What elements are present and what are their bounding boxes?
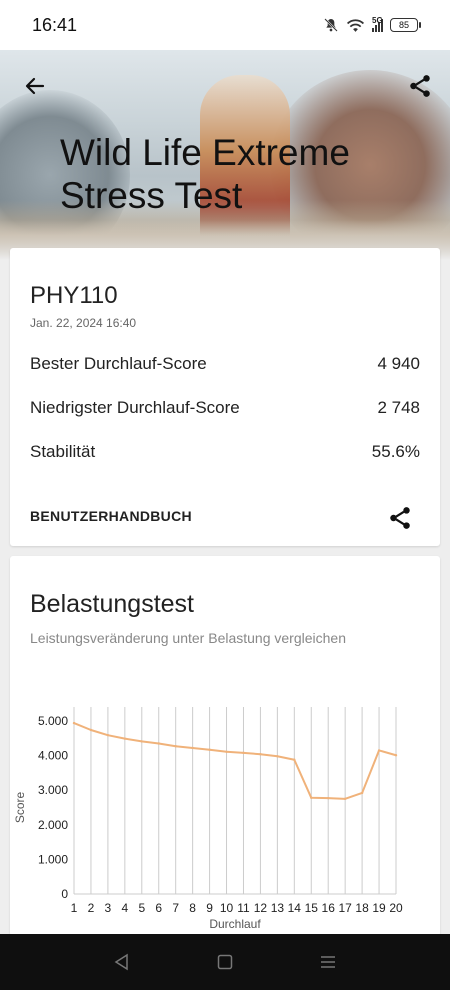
stat-row-stability: Stabilität 55.6%	[30, 442, 420, 462]
network-type-label: 5G	[372, 15, 383, 25]
x-tick-label: 2	[88, 901, 95, 915]
y-tick-label: 3.000	[38, 783, 68, 797]
y-tick-label: 4.000	[38, 749, 68, 763]
stat-label: Niedrigster Durchlauf-Score	[30, 398, 240, 417]
mute-icon	[324, 18, 338, 32]
data-point	[259, 753, 262, 756]
back-button[interactable]	[15, 66, 55, 106]
data-point	[310, 796, 313, 800]
x-tick-label: 3	[105, 901, 112, 915]
y-tick-label: 2.000	[38, 818, 68, 832]
triangle-back-icon	[114, 953, 128, 971]
share-icon	[410, 75, 430, 97]
x-tick-label: 9	[206, 901, 213, 915]
stat-row-best: Bester Durchlauf-Score 4 940	[30, 354, 420, 374]
x-tick-label: 16	[322, 901, 336, 915]
nav-home-button[interactable]	[205, 942, 245, 982]
data-point	[157, 742, 160, 745]
data-point	[343, 797, 347, 801]
nav-back-button[interactable]	[102, 942, 142, 982]
stat-value: 2 748	[377, 398, 420, 417]
data-point	[394, 754, 398, 757]
page-title: Wild Life Extreme Stress Test	[60, 132, 350, 216]
battery-icon: 85	[390, 18, 421, 32]
stat-row-lowest: Niedrigster Durchlauf-Score 2 748	[30, 398, 420, 418]
x-tick-label: 8	[189, 901, 196, 915]
x-tick-label: 6	[155, 901, 162, 915]
y-axis-label: Score	[13, 792, 27, 824]
x-tick-label: 17	[338, 901, 352, 915]
x-tick-label: 14	[288, 901, 302, 915]
x-tick-label: 18	[355, 901, 369, 915]
stat-label: Stabilität	[30, 442, 96, 461]
status-icons: 5G 85	[323, 15, 421, 33]
stat-value: 55.6%	[371, 442, 420, 461]
data-point	[377, 749, 381, 752]
data-point	[191, 746, 194, 750]
status-bar: 16:41 5G 85	[0, 0, 450, 50]
y-tick-label: 1.000	[38, 852, 68, 866]
menu-recents-icon	[321, 956, 336, 968]
status-time: 16:41	[32, 14, 78, 35]
series-line	[73, 722, 397, 800]
x-tick-label: 1	[71, 901, 78, 915]
stat-label: Bester Durchlauf-Score	[30, 354, 207, 373]
x-tick-label: 12	[254, 901, 268, 915]
x-tick-label: 7	[172, 901, 179, 915]
x-tick-label: 10	[220, 901, 234, 915]
data-point	[89, 728, 93, 732]
data-point	[106, 733, 110, 737]
nav-recents-button[interactable]	[308, 942, 348, 982]
user-manual-link[interactable]: BENUTZERHANDBUCH	[30, 508, 192, 524]
data-point	[293, 758, 296, 761]
data-point	[72, 721, 76, 725]
square-home-icon	[217, 954, 233, 970]
y-tick-label: 5.000	[38, 714, 68, 728]
data-point	[242, 751, 245, 755]
data-point	[140, 740, 143, 743]
x-tick-label: 11	[237, 901, 250, 915]
wifi-icon	[346, 18, 365, 32]
device-name: PHY110	[30, 282, 118, 309]
y-tick-label: 0	[61, 887, 68, 901]
data-point	[327, 796, 330, 800]
data-point	[360, 791, 364, 795]
stress-test-card: Belastungstest Leistungsveränderung unte…	[10, 556, 440, 936]
stat-value: 4 940	[377, 354, 420, 373]
data-point	[276, 755, 279, 758]
x-axis-label: Durchlauf	[209, 917, 261, 931]
stress-line-chart: 01.0002.0003.0004.0005.0001 2 3 4 5 6 7 8 9 10 11 1…	[13, 707, 403, 931]
data-point	[225, 750, 228, 753]
data-point	[123, 737, 127, 740]
system-nav-bar	[0, 934, 450, 990]
x-tick-label: 15	[305, 901, 319, 915]
share-result-button[interactable]	[382, 500, 418, 536]
data-point	[174, 745, 177, 748]
x-tick-label: 5	[138, 901, 145, 915]
battery-level: 85	[398, 20, 409, 30]
share-icon	[390, 507, 410, 529]
x-tick-label: 4	[121, 901, 128, 915]
result-card: PHY110 Jan. 22, 2024 16:40 Bester Durchl…	[10, 248, 440, 546]
result-date: Jan. 22, 2024 16:40	[30, 316, 137, 330]
x-tick-label: 13	[271, 901, 285, 915]
x-tick-label: 20	[389, 901, 403, 915]
signal-icon: 5G	[372, 15, 383, 32]
share-button[interactable]	[400, 66, 440, 106]
data-point	[208, 748, 211, 751]
x-tick-label: 19	[372, 901, 386, 915]
arrow-left-icon	[25, 77, 45, 95]
